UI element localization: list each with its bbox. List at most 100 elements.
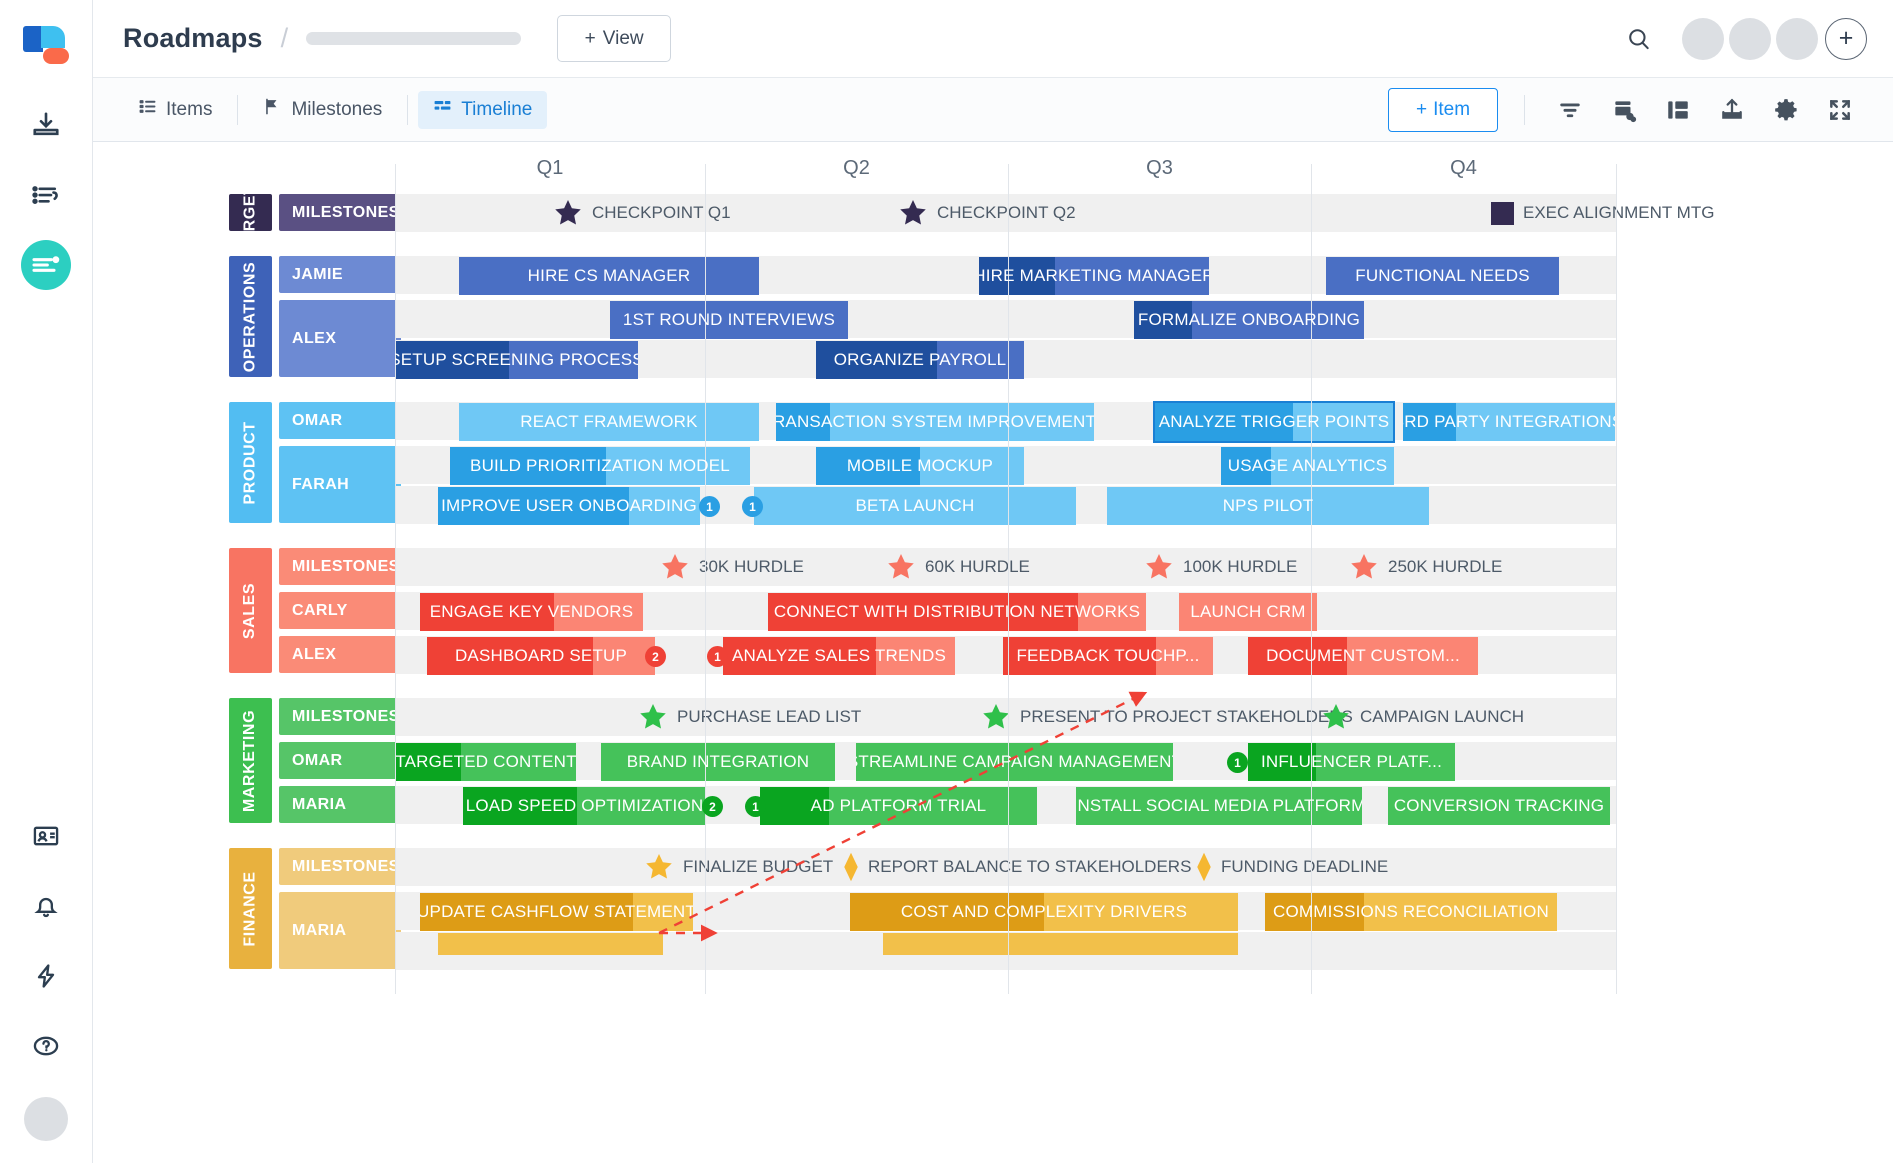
milestone-marker[interactable]: FUNDING DEADLINE (1196, 848, 1388, 886)
tab-timeline[interactable]: Timeline (418, 91, 547, 129)
group-label-product[interactable]: PRODUCT (229, 402, 272, 523)
milestone-marker[interactable]: CHECKPOINT Q2 (898, 194, 1076, 232)
timeline-bar[interactable]: TRANSACTION SYSTEM IMPROVEMENTS (776, 403, 1094, 441)
group-label-marketing[interactable]: MARKETING (229, 698, 272, 823)
timeline-bar[interactable]: COMMISSIONS RECONCILIATION (1265, 893, 1557, 931)
avatar[interactable] (1729, 18, 1771, 60)
dependency-badge[interactable]: 1 (1227, 752, 1248, 773)
lane-label-carly[interactable]: CARLY (279, 592, 401, 629)
timeline-bar[interactable]: DASHBOARD SETUP (427, 637, 655, 675)
list-arrow-icon[interactable] (21, 170, 71, 220)
timeline-bar[interactable]: BRAND INTEGRATION (601, 743, 835, 781)
dependency-badge[interactable]: 1 (707, 646, 728, 667)
timeline-bar[interactable]: FORMALIZE ONBOARDING (1134, 301, 1364, 339)
lane-label-milestones[interactable]: MILESTONES (279, 194, 401, 231)
timeline-bar[interactable]: USAGE ANALYTICS (1221, 447, 1394, 485)
timeline-bar[interactable]: INSTALL SOCIAL MEDIA PLATFORM (1076, 787, 1362, 825)
timeline-bar[interactable]: LOAD SPEED OPTIMIZATION (463, 787, 706, 825)
timeline-bar[interactable]: 3RD PARTY INTEGRATIONS (1403, 403, 1615, 441)
timeline-bar[interactable]: HIRE MARKETING MANAGER (979, 257, 1209, 295)
group-label-finance[interactable]: FINANCE (229, 848, 272, 969)
timeline-bar[interactable]: REACT FRAMEWORK (459, 403, 759, 441)
fullscreen-icon[interactable] (1813, 88, 1867, 132)
timeline-bar[interactable]: ANALYZE TRIGGER POINTS (1155, 403, 1393, 441)
dependency-badge[interactable]: 1 (745, 796, 766, 817)
add-item-button[interactable]: + Item (1388, 88, 1498, 132)
timeline-bar[interactable]: SETUP SCREENING PROCESS (395, 341, 638, 379)
milestone-marker[interactable]: PRESENT TO PROJECT STAKEHOLDERS (981, 698, 1353, 736)
tab-items[interactable]: Items (123, 91, 227, 129)
user-avatar[interactable] (24, 1097, 68, 1141)
timeline-bar[interactable]: FEEDBACK TOUCHP... (1003, 637, 1213, 675)
contact-card-icon[interactable] (21, 811, 71, 861)
lane-label-maria[interactable]: MARIA (279, 786, 401, 823)
timeline-bar[interactable]: ENGAGE KEY VENDORS (420, 593, 643, 631)
milestone-marker[interactable]: 250K HURDLE (1349, 548, 1502, 586)
timeline-view-icon[interactable] (21, 240, 71, 290)
milestone-marker[interactable]: EXEC ALIGNMENT MTG (1491, 194, 1714, 232)
avatar[interactable] (1776, 18, 1818, 60)
group-label-targets[interactable]: TARGETS (229, 194, 272, 231)
dependency-badge[interactable]: 1 (699, 496, 720, 517)
bell-icon[interactable] (21, 881, 71, 931)
timeline-bar[interactable]: UPDATE CASHFLOW STATEMENT (420, 893, 693, 931)
lane-label-milestones[interactable]: MILESTONES (279, 698, 401, 735)
lane-label-omar[interactable]: OMAR (279, 742, 401, 779)
dependency-badge[interactable]: 2 (702, 796, 723, 817)
milestone-marker[interactable]: FINALIZE BUDGET (644, 848, 833, 886)
timeline-bar[interactable]: AD PLATFORM TRIAL (760, 787, 1037, 825)
milestone-marker[interactable]: CHECKPOINT Q1 (553, 194, 731, 232)
import-icon[interactable] (21, 100, 71, 150)
lane-label-farah[interactable]: FARAH (279, 446, 401, 523)
export-upload-icon[interactable] (1705, 88, 1759, 132)
milestone-marker[interactable]: CAMPAIGN LAUNCH (1321, 698, 1524, 736)
lightning-icon[interactable] (21, 951, 71, 1001)
group-label-sales[interactable]: SALES (229, 548, 272, 673)
lane-label-omar[interactable]: OMAR (279, 402, 401, 439)
lane-label-milestones[interactable]: MILESTONES (279, 548, 401, 585)
timeline-bar[interactable]: LAUNCH CRM (1179, 593, 1317, 631)
search-icon[interactable] (1619, 19, 1659, 59)
timeline-bar[interactable]: ORGANIZE PAYROLL (816, 341, 1024, 379)
link-card-icon[interactable] (1597, 88, 1651, 132)
timeline-bar[interactable]: IMPROVE USER ONBOARDING (438, 487, 700, 525)
lane-label-alex[interactable]: ALEX (279, 300, 401, 377)
lane-label-maria[interactable]: MARIA (279, 892, 401, 969)
timeline-viewport[interactable]: Q1Q2Q3Q4MILESTONESCHECKPOINT Q1CHECKPOIN… (93, 142, 1893, 1163)
timeline-bar[interactable]: TARGETED CONTENT (396, 743, 576, 781)
dependency-badge[interactable]: 2 (645, 646, 666, 667)
add-member-button[interactable]: + (1825, 18, 1867, 60)
milestone-marker[interactable]: 30K HURDLE (660, 548, 804, 586)
timeline-bar[interactable]: FUNCTIONAL NEEDS (1326, 257, 1559, 295)
milestone-marker[interactable]: PURCHASE LEAD LIST (638, 698, 861, 736)
lane-label-jamie[interactable]: JAMIE (279, 256, 401, 293)
timeline-bar[interactable] (883, 933, 1238, 955)
dependency-badge[interactable]: 1 (742, 496, 763, 517)
timeline-bar[interactable]: NPS PILOT (1107, 487, 1429, 525)
tab-milestones[interactable]: Milestones (248, 91, 397, 129)
timeline-bar[interactable]: DOCUMENT CUSTOM... (1248, 637, 1478, 675)
lane-label-milestones[interactable]: MILESTONES (279, 848, 401, 885)
timeline-bar[interactable]: 1ST ROUND INTERVIEWS (610, 301, 848, 339)
timeline-bar[interactable]: COST AND COMPLEXITY DRIVERS (850, 893, 1238, 931)
group-label-operations[interactable]: OPERATIONS (229, 256, 272, 377)
timeline-bar[interactable]: CONNECT WITH DISTRIBUTION NETWORKS (768, 593, 1146, 631)
milestone-marker[interactable]: 100K HURDLE (1144, 548, 1297, 586)
timeline-bar[interactable]: MOBILE MOCKUP (816, 447, 1024, 485)
timeline-bar[interactable]: HIRE CS MANAGER (459, 257, 759, 295)
gear-icon[interactable] (1759, 88, 1813, 132)
timeline-bar[interactable]: ANALYZE SALES TRENDS (723, 637, 955, 675)
timeline-bar[interactable]: INFLUENCER PLATF... (1248, 743, 1455, 781)
milestone-marker[interactable]: REPORT BALANCE TO STAKEHOLDERS (843, 848, 1191, 886)
timeline-bar[interactable] (438, 933, 663, 955)
timeline-bar[interactable]: CONVERSION TRACKING (1388, 787, 1610, 825)
timeline-bar[interactable]: STREAMLINE CAMPAIGN MANAGEMENT (856, 743, 1173, 781)
lane-label-alex[interactable]: ALEX (279, 636, 401, 673)
help-circle-icon[interactable] (21, 1021, 71, 1071)
add-view-button[interactable]: + View (557, 15, 671, 62)
app-logo[interactable] (23, 20, 69, 66)
timeline-bar[interactable]: BETA LAUNCH (754, 487, 1076, 525)
filter-icon[interactable] (1543, 88, 1597, 132)
layout-panel-icon[interactable] (1651, 88, 1705, 132)
avatar[interactable] (1682, 18, 1724, 60)
